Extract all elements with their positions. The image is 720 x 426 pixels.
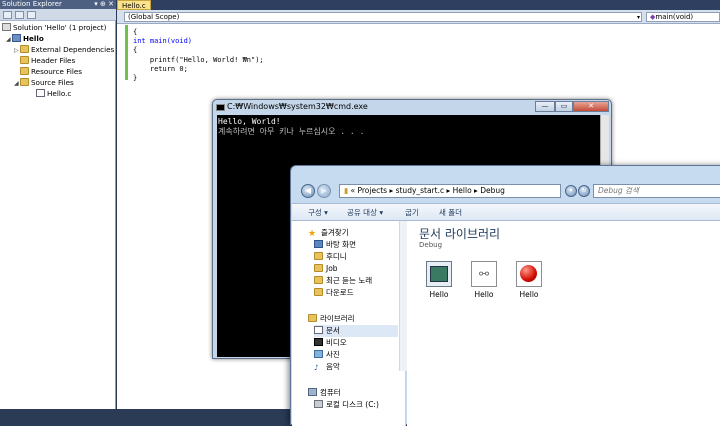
chain-file-icon: ⚯ [471, 261, 497, 287]
solution-explorer-panel: Solution Explorer ▾ ⊕ ✕ Solution 'Hello'… [0, 0, 116, 409]
file-item[interactable]: Hello [511, 261, 547, 299]
refresh-icon[interactable]: ↻ [578, 185, 590, 197]
show-all-files-icon[interactable] [15, 11, 24, 19]
solution-icon [2, 23, 11, 31]
file-item[interactable]: ⚯ Hello [466, 261, 502, 299]
tree-file-hello-c[interactable]: Hello.c [36, 88, 71, 99]
search-input[interactable]: Debug 검색 [593, 184, 720, 198]
library-subtitle: Debug [419, 241, 443, 249]
maximize-button[interactable]: ▭ [555, 101, 573, 112]
cmd-window-title: C:₩Windows₩system32₩cmd.exe [227, 102, 368, 111]
explorer-command-bar: 구성 ▾ 공유 대상 ▾ 굽기 새 폴더 [292, 203, 720, 221]
pane-options-icons[interactable]: ▾ ⊕ ✕ [94, 0, 114, 9]
drive-icon [314, 400, 323, 408]
solution-explorer-title: Solution Explorer [2, 0, 62, 8]
editor-navigation-bar: (Global Scope) ▾ ◆main(void) [117, 10, 720, 24]
navigation-pane: ★ 즐겨찾기 바탕 화면 후디니 Job 최근 듣는 노래 다운로드 라이브러리 … [292, 221, 407, 426]
nav-item-downloads[interactable]: 다운로드 [314, 287, 354, 299]
address-bar[interactable]: ▮ « Projects ▸ study_start.c ▸ Hello ▸ D… [339, 184, 561, 198]
libraries-header[interactable]: 라이브러리 [308, 313, 355, 325]
nav-item-videos[interactable]: 비디오 [314, 337, 347, 349]
tree-source-files[interactable]: ◢ Source Files [14, 77, 74, 88]
folder-icon [20, 78, 29, 86]
c-file-icon [36, 89, 45, 97]
solution-explorer-toolbar [0, 9, 116, 21]
nav-item-job[interactable]: Job [314, 263, 338, 275]
nav-item-desktop[interactable]: 바탕 화면 [314, 239, 356, 251]
chevron-down-icon: ▾ [636, 14, 640, 21]
new-folder-button[interactable]: 새 폴더 [439, 207, 462, 218]
star-icon: ★ [308, 229, 317, 239]
nav-item-recent-songs[interactable]: 최근 듣는 노래 [314, 275, 372, 287]
forward-arrow-icon[interactable]: ▶ [317, 184, 331, 198]
file-content-area: 문서 라이브러리 Debug Hello ⚯ Hello Hello [407, 221, 720, 426]
properties-icon[interactable] [3, 11, 12, 19]
favorites-header[interactable]: ★ 즐겨찾기 [308, 227, 349, 239]
tree-header-files[interactable]: Header Files [20, 55, 75, 66]
function-dropdown[interactable]: ◆main(void) [646, 12, 720, 22]
nav-item-documents[interactable]: 문서 [314, 325, 398, 337]
code-text[interactable]: {int main(void){ printf("Hello, World! ₩… [133, 28, 264, 83]
file-explorer-window[interactable]: ◀ ▶ ▮ « Projects ▸ study_start.c ▸ Hello… [290, 165, 720, 426]
tree-resource-files[interactable]: Resource Files [20, 66, 82, 77]
console-icon [216, 104, 225, 111]
tree-solution[interactable]: Solution 'Hello' (1 project) [2, 22, 106, 33]
file-item[interactable]: Hello [421, 261, 457, 299]
folder-icon [314, 252, 323, 260]
computer-icon [308, 388, 317, 396]
computer-header[interactable]: 컴퓨터 [308, 387, 341, 399]
console-line: Hello, World! [218, 117, 281, 126]
exe-window-icon [426, 261, 452, 287]
nav-item-music[interactable]: ♪ 음악 [314, 361, 340, 373]
desktop-icon [314, 240, 323, 248]
folder-icon [20, 56, 29, 64]
explorer-navigation-bar: ◀ ▶ ▮ « Projects ▸ study_start.c ▸ Hello… [291, 180, 720, 202]
refresh-icon[interactable] [27, 11, 36, 19]
red-ball-file-icon [516, 261, 542, 287]
code-line: printf("Hello, World! ₩n"); [133, 55, 264, 64]
code-line: } [133, 74, 138, 83]
document-icon [314, 326, 323, 334]
library-icon [308, 314, 317, 322]
close-button[interactable]: ✕ [573, 101, 609, 112]
folder-icon [314, 264, 323, 272]
folder-icon [314, 276, 323, 284]
video-icon [314, 338, 323, 346]
scope-dropdown[interactable]: (Global Scope) ▾ [124, 12, 642, 22]
share-with-menu[interactable]: 공유 대상 ▾ [347, 207, 383, 218]
burn-button[interactable]: 굽기 [405, 207, 419, 218]
minimize-button[interactable]: — [535, 101, 555, 112]
folder-icon [20, 45, 29, 53]
solution-explorer-title-bar: Solution Explorer ▾ ⊕ ✕ [0, 0, 116, 9]
nav-item-local-disk[interactable]: 로컬 디스크 (C:) [314, 399, 379, 411]
address-dropdown-icon[interactable]: ▾ [565, 185, 577, 197]
navigation-pane-scrollbar[interactable] [399, 221, 407, 371]
music-icon: ♪ [314, 363, 319, 372]
download-folder-icon [314, 288, 323, 296]
tree-external-dependencies[interactable]: ▷ External Dependencies [14, 44, 114, 55]
library-title: 문서 라이브러리 [419, 227, 501, 241]
code-line: int main(void) [133, 37, 193, 46]
change-tracking-bar [125, 25, 128, 80]
project-icon [12, 34, 21, 42]
picture-icon [314, 350, 323, 358]
editor-tab-bar: Hello.c [117, 0, 720, 10]
console-line: 계속하려면 아무 키나 누르십시오 . . . [218, 127, 365, 136]
organize-menu[interactable]: 구성 ▾ [308, 207, 328, 218]
code-line: { [133, 46, 138, 55]
nav-item-houdini[interactable]: 후디니 [314, 251, 347, 263]
tab-hello-c[interactable]: Hello.c [117, 0, 151, 10]
back-arrow-icon[interactable]: ◀ [301, 184, 315, 198]
code-line: return 0; [133, 64, 188, 73]
nav-item-pictures[interactable]: 사진 [314, 349, 340, 361]
code-line: { [133, 28, 138, 36]
folder-icon [20, 67, 29, 75]
tree-project-hello[interactable]: ◢ Hello [6, 33, 44, 44]
